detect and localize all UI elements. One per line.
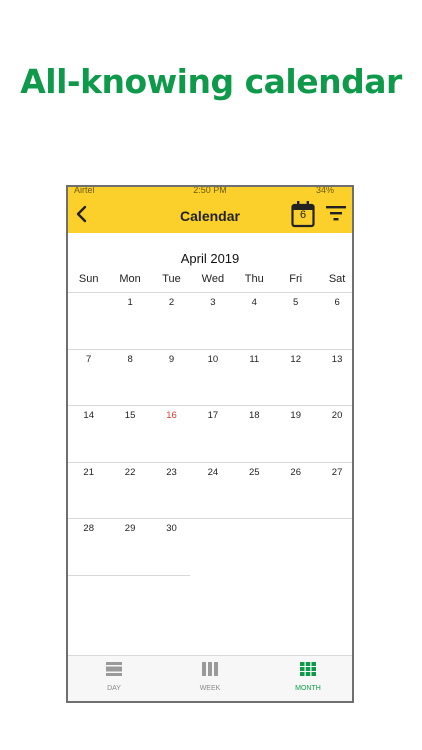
filter-button[interactable] [325, 205, 347, 221]
tab-day-label: DAY [107, 685, 121, 692]
day-cell[interactable]: 30 [151, 523, 192, 574]
week-divider [68, 292, 352, 293]
month-title: April 2019 [180, 251, 240, 266]
day-view-icon [106, 662, 122, 676]
day-cell[interactable]: 6 [316, 297, 352, 348]
battery-label: 34% [315, 187, 334, 195]
app-headline: All-knowing calendar [20, 62, 402, 101]
day-cell[interactable]: 25 [234, 467, 275, 518]
day-cell[interactable]: 16 [151, 410, 192, 461]
tab-week[interactable]: WEEK [180, 662, 240, 692]
day-cell[interactable]: 4 [234, 297, 275, 348]
weekday-label: Thu [244, 273, 264, 285]
weekday-label: Sat [328, 273, 346, 285]
tab-week-label: WEEK [199, 685, 221, 692]
tab-month[interactable]: MONTH [278, 662, 338, 692]
day-cell[interactable]: 27 [316, 467, 352, 518]
status-time: 2:50 PM [193, 187, 227, 195]
weekday-label: Mon [119, 273, 141, 285]
day-cell[interactable]: 26 [275, 467, 316, 518]
day-cell[interactable]: 10 [192, 354, 233, 405]
tab-month-label: MONTH [295, 685, 321, 692]
day-cell[interactable]: 7 [68, 354, 109, 405]
day-cell[interactable]: 24 [192, 467, 233, 518]
week-divider [68, 348, 352, 350]
week-divider [68, 574, 190, 576]
day-cell[interactable]: 20 [316, 410, 352, 461]
day-cell[interactable]: 8 [109, 354, 150, 405]
day-cell[interactable]: 5 [275, 297, 316, 348]
day-cell[interactable]: 29 [109, 523, 150, 574]
phone-screen: Airtel 2:50 PM 34% Calendar 6 April 2019… [66, 185, 354, 703]
day-cell[interactable]: 2 [151, 297, 192, 348]
filter-icon [326, 206, 346, 221]
day-cell[interactable]: 15 [109, 410, 150, 461]
today-day-number: 6 [299, 209, 307, 221]
top-app-bar: Airtel 2:50 PM 34% Calendar 6 [68, 187, 352, 233]
week-divider [68, 518, 352, 519]
day-cell[interactable]: 22 [109, 467, 150, 518]
week-view-icon [202, 662, 218, 676]
weekday-label: Tue [162, 273, 181, 285]
day-cell[interactable]: 14 [68, 410, 109, 461]
week-divider [68, 405, 352, 406]
day-cell[interactable]: 12 [275, 354, 316, 405]
day-cell[interactable]: 13 [316, 354, 352, 405]
week-divider [68, 461, 352, 463]
month-view-icon [300, 662, 316, 676]
day-cell[interactable]: 11 [234, 354, 275, 405]
tab-day[interactable]: DAY [84, 662, 144, 692]
day-cell[interactable]: 3 [192, 297, 233, 348]
weekday-label: Fri [289, 273, 303, 285]
day-cell[interactable]: 21 [68, 467, 109, 518]
day-cell[interactable]: 28 [68, 523, 109, 574]
day-cell[interactable]: 17 [192, 410, 233, 461]
weekday-label: Sun [78, 273, 99, 285]
bottom-tab-bar: DAY WEEK MONTH [68, 655, 352, 701]
weekday-label: Wed [201, 273, 225, 285]
today-button[interactable]: 6 [291, 200, 315, 228]
day-cell[interactable]: 23 [151, 467, 192, 518]
day-cell[interactable]: 18 [234, 410, 275, 461]
day-cell[interactable]: 19 [275, 410, 316, 461]
day-cell[interactable]: 9 [151, 354, 192, 405]
day-cell[interactable]: 1 [109, 297, 150, 348]
status-bar: Airtel 2:50 PM 34% [68, 187, 352, 197]
